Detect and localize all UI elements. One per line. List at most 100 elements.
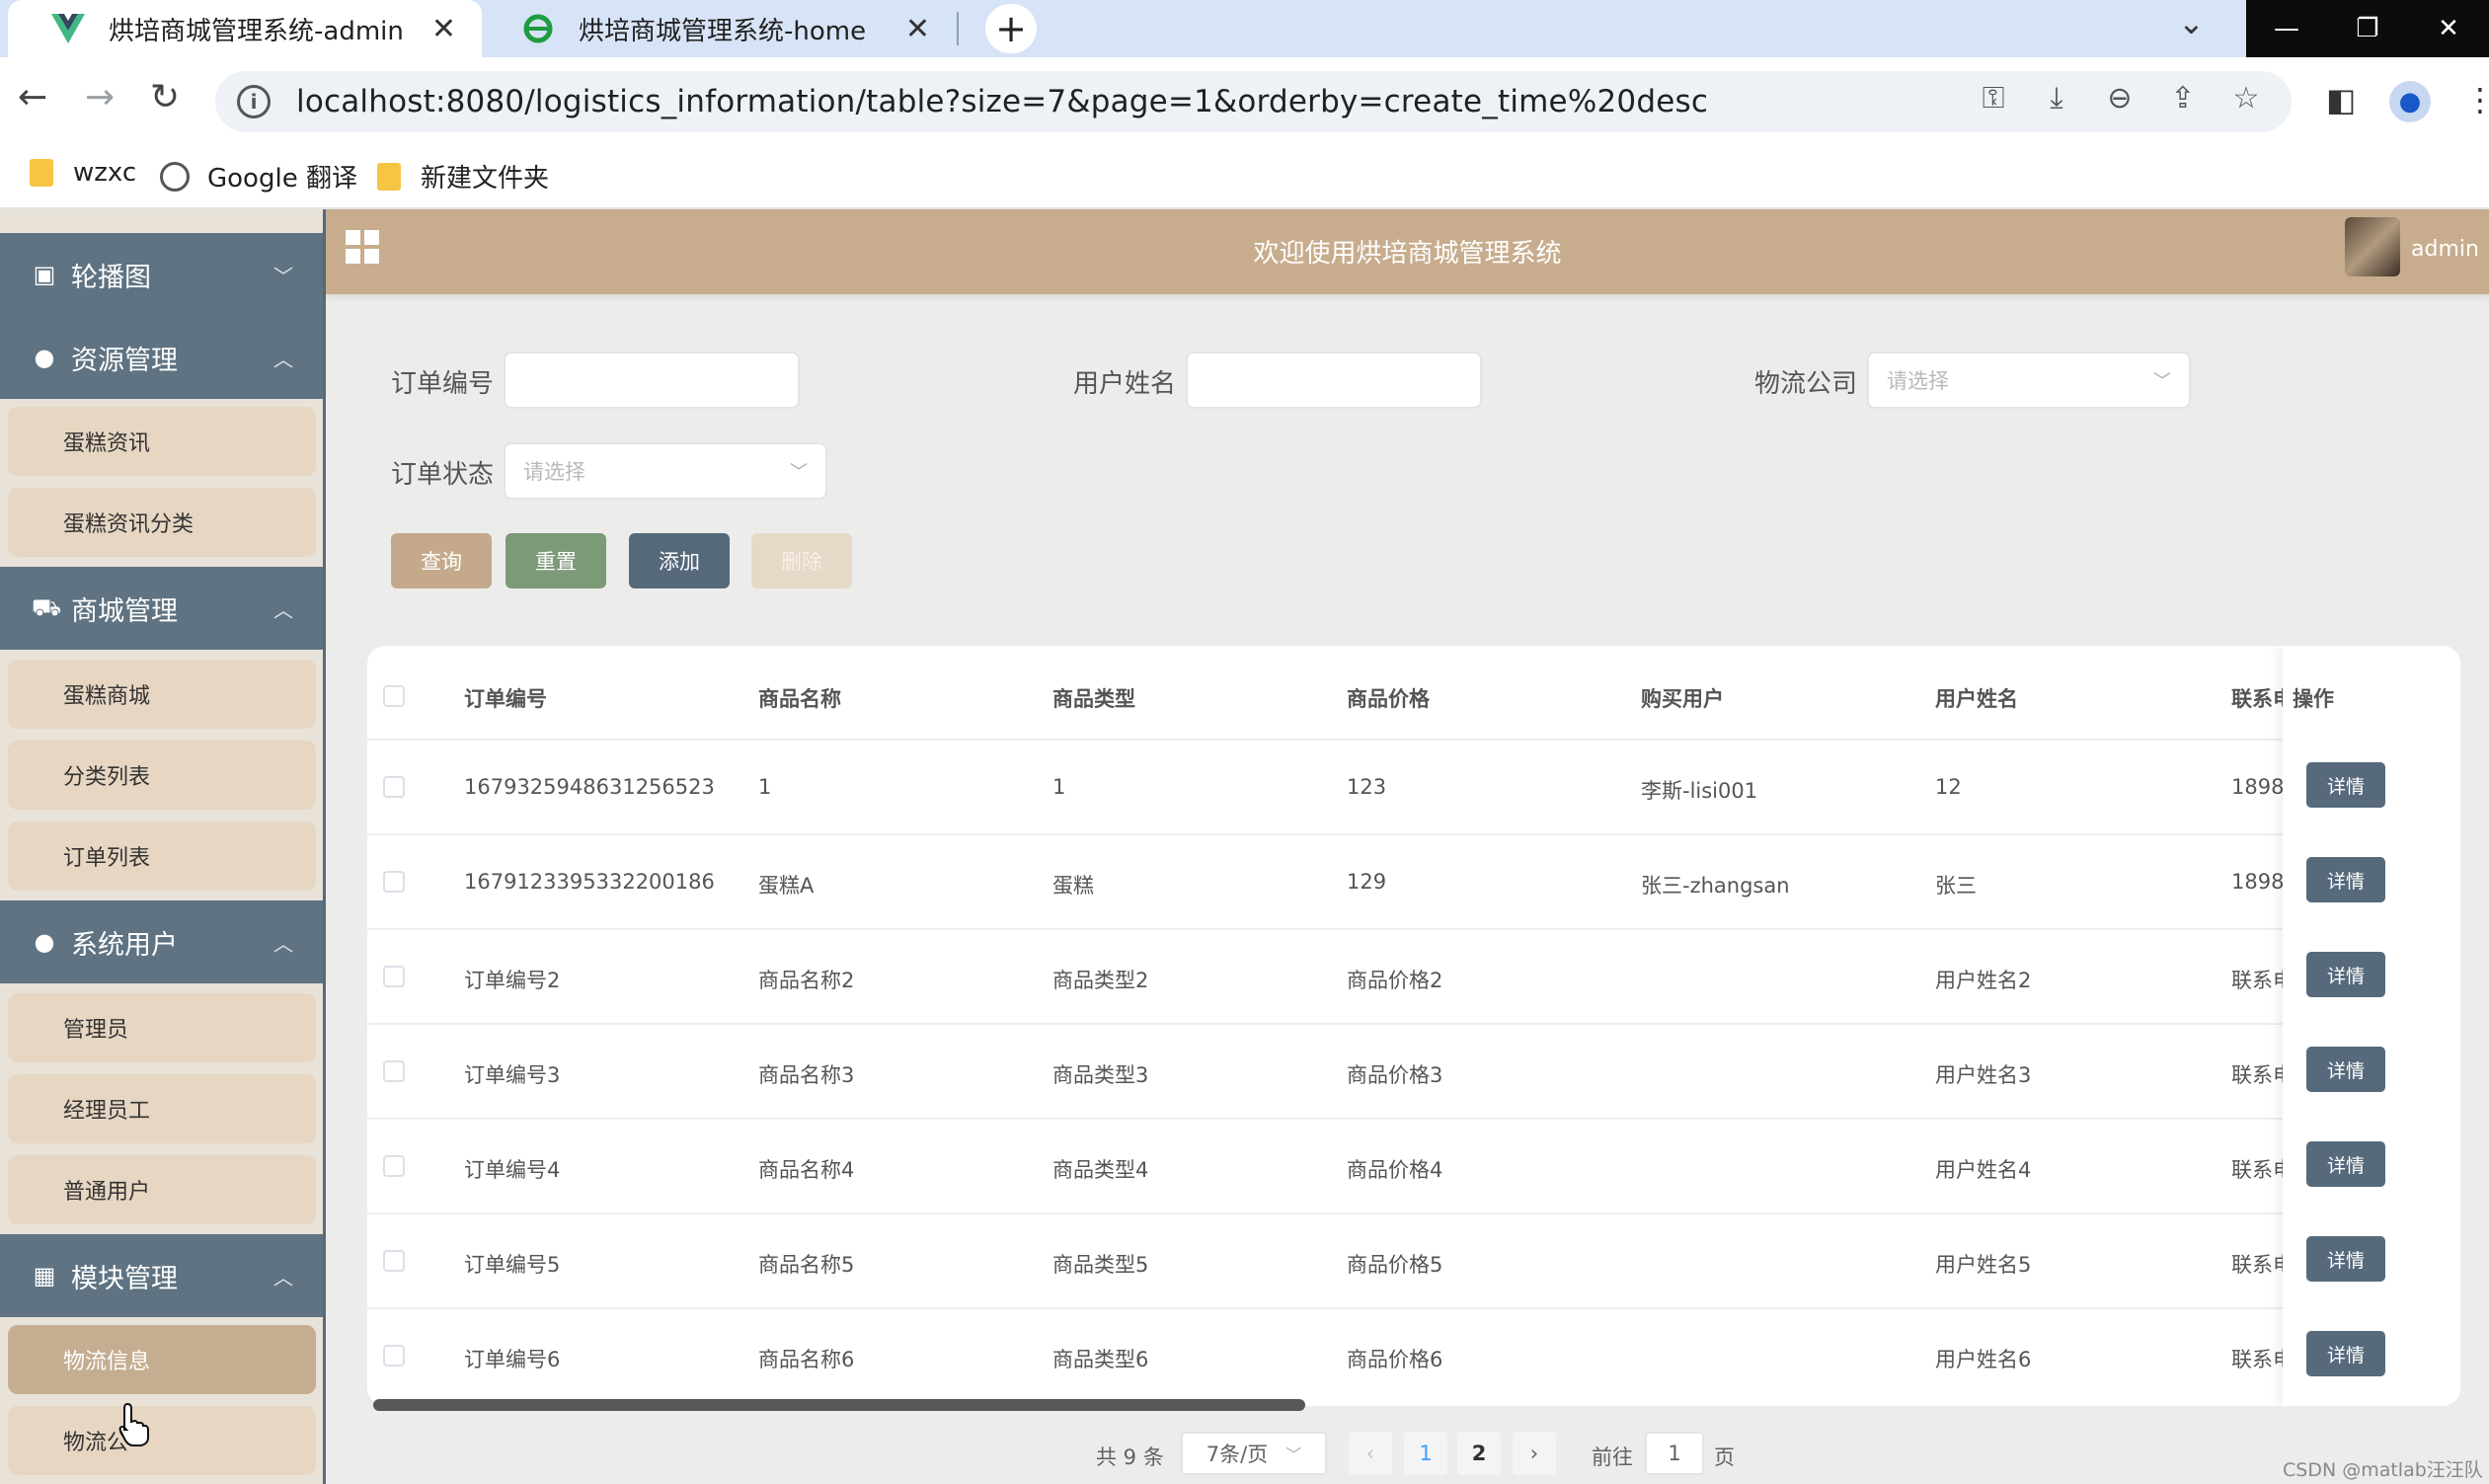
logistics-company-select[interactable]: 请选择 ﹀ — [1867, 351, 2191, 409]
order-status-select[interactable]: 请选择 ﹀ — [504, 442, 827, 500]
sidebar-group-system-users[interactable]: ● 系统用户 ︿ — [0, 900, 323, 983]
window-close-icon[interactable]: ✕ — [2408, 0, 2489, 57]
tab-home[interactable]: 烘培商城管理系统-home ✕ — [484, 0, 956, 57]
cell-phone: 联系电 — [2231, 1158, 2283, 1182]
user-name-input[interactable] — [1186, 351, 1482, 409]
username[interactable]: admin — [2411, 237, 2479, 262]
install-icon[interactable]: ⤓ — [2039, 81, 2074, 116]
row-checkbox[interactable] — [383, 1345, 405, 1367]
detail-button[interactable]: 详情 — [2306, 1331, 2385, 1376]
sidebar-item-admin[interactable]: 管理员 — [8, 993, 316, 1062]
site-info-icon[interactable]: i — [237, 85, 271, 118]
reload-icon[interactable]: ↻ — [150, 77, 180, 117]
sidebar-item-cake-news-category[interactable]: 蛋糕资讯分类 — [8, 488, 316, 557]
sidebar-item-cake-shop[interactable]: 蛋糕商城 — [8, 660, 316, 729]
sidebar-group-modules[interactable]: ▦ 模块管理 ︿ — [0, 1234, 323, 1317]
sidebar-group-resources[interactable]: ● 资源管理 ︿ — [0, 316, 323, 399]
cell-product-type: 商品类型6 — [1052, 1348, 1149, 1371]
restore-icon[interactable]: ❐ — [2327, 0, 2408, 57]
profile-icon[interactable]: ● — [2389, 81, 2431, 122]
goto-page-input[interactable]: 1 — [1645, 1432, 1704, 1475]
forward-icon[interactable]: → — [85, 77, 115, 117]
table-row[interactable]: 订单编号5 商品名称5 商品类型5 商品价格5 用户姓名5 联系电 — [367, 1212, 2460, 1307]
row-checkbox[interactable] — [383, 1060, 405, 1082]
sidebar-item-normal-user[interactable]: 普通用户 — [8, 1155, 316, 1224]
sidebar-group-carousel[interactable]: ▣ 轮播图 ﹀ — [0, 233, 323, 316]
tab-admin[interactable]: 烘培商城管理系统-admin ✕ — [8, 0, 482, 57]
close-tab-icon[interactable]: ✕ — [905, 12, 930, 46]
close-tab-icon[interactable]: ✕ — [431, 12, 456, 46]
key-icon[interactable]: ⚿ — [1976, 81, 2011, 116]
share-icon[interactable]: ⇪ — [2165, 81, 2201, 116]
cell-product-name: 商品名称6 — [758, 1348, 855, 1371]
table-row[interactable]: 订单编号3 商品名称3 商品类型3 商品价格3 用户姓名3 联系电 — [367, 1023, 2460, 1118]
page-number-1[interactable]: 1 — [1404, 1432, 1447, 1475]
page-size-select[interactable]: 7条/页 ﹀ — [1181, 1432, 1327, 1475]
table-horizontal-scrollbar[interactable] — [373, 1399, 1305, 1411]
sidebar-item-manager-staff[interactable]: 经理员工 — [8, 1074, 316, 1143]
column-header[interactable]: 商品类型 — [1052, 683, 1135, 713]
table-row[interactable]: 订单编号6 商品名称6 商品类型6 商品价格6 用户姓名6 联系电 — [367, 1307, 2460, 1402]
delete-button[interactable]: 删除 — [751, 533, 852, 588]
add-button[interactable]: 添加 — [629, 533, 730, 588]
prev-page-button[interactable]: ‹ — [1349, 1432, 1392, 1475]
bookmark-star-icon[interactable]: ☆ — [2228, 81, 2264, 116]
cell-user-name: 用户姓名5 — [1935, 1253, 2032, 1277]
page-number-2[interactable]: 2 — [1457, 1432, 1501, 1475]
detail-button[interactable]: 详情 — [2306, 952, 2385, 997]
bookmark-wzxc[interactable]: wzxc — [30, 158, 136, 188]
detail-button[interactable]: 详情 — [2306, 762, 2385, 808]
detail-button[interactable]: 详情 — [2306, 857, 2385, 902]
table-row[interactable]: 1679325948631256523 1 1 123 李斯-lisi001 1… — [367, 739, 2460, 833]
minimize-icon[interactable]: — — [2246, 0, 2327, 57]
table-row[interactable]: 1679123395332200186 蛋糕A 蛋糕 129 张三-zhangs… — [367, 833, 2460, 928]
sidebar-item-logistics-info[interactable]: 物流信息 — [8, 1325, 316, 1394]
cart-icon: ⛟ — [32, 592, 62, 621]
sidebar-item-logistics-company[interactable]: 物流公 — [8, 1406, 316, 1475]
chevron-down-icon: ﹀ — [790, 462, 808, 483]
row-checkbox[interactable] — [383, 966, 405, 987]
column-header[interactable]: 联系电 — [2231, 683, 2283, 713]
new-tab-button[interactable]: + — [985, 4, 1037, 53]
cell-product-type: 1 — [1052, 775, 1066, 799]
detail-button[interactable]: 详情 — [2306, 1047, 2385, 1092]
hand-cursor-icon — [118, 1402, 149, 1446]
column-header[interactable]: 商品价格 — [1347, 683, 1430, 713]
zoom-out-icon[interactable]: ⊖ — [2102, 81, 2138, 116]
reset-button[interactable]: 重置 — [506, 533, 606, 588]
column-header[interactable]: 订单编号 — [464, 683, 547, 713]
order-no-input[interactable] — [504, 351, 800, 409]
table-row[interactable]: 订单编号4 商品名称4 商品类型4 商品价格4 用户姓名4 联系电 — [367, 1118, 2460, 1212]
chevron-up-icon: ︿ — [273, 597, 293, 622]
next-page-button[interactable]: › — [1513, 1432, 1556, 1475]
sidebar-item-order-list[interactable]: 订单列表 — [8, 821, 316, 891]
tab-search-chevron-icon[interactable]: ⌄ — [2178, 4, 2205, 41]
query-button[interactable]: 查询 — [391, 533, 492, 588]
row-checkbox[interactable] — [383, 776, 405, 798]
menu-kebab-icon[interactable]: ⋮ — [2464, 81, 2489, 118]
row-checkbox[interactable] — [383, 871, 405, 893]
sidebar-group-shop[interactable]: ⛟ 商城管理 ︿ — [0, 567, 323, 650]
bookmark-new-folder[interactable]: 新建文件夹 — [377, 158, 549, 195]
folder-icon — [377, 162, 401, 191]
column-header[interactable]: 商品名称 — [758, 683, 841, 713]
select-all-checkbox[interactable] — [383, 685, 405, 707]
detail-button[interactable]: 详情 — [2306, 1236, 2385, 1282]
sidebar-item-category-list[interactable]: 分类列表 — [8, 741, 316, 810]
address-bar[interactable]: i localhost:8080/logistics_information/t… — [215, 71, 2292, 132]
table-row[interactable]: 订单编号2 商品名称2 商品类型2 商品价格2 用户姓名2 联系电 — [367, 928, 2460, 1023]
side-panel-icon[interactable]: ◧ — [2326, 81, 2356, 118]
logistics-company-label: 物流公司 — [1754, 369, 1858, 399]
sidebar-item-cake-news[interactable]: 蛋糕资讯 — [8, 407, 316, 476]
url-text[interactable]: localhost:8080/logistics_information/tab… — [296, 84, 1708, 119]
column-header[interactable]: 购买用户 — [1641, 683, 1724, 713]
order-status-label: 订单状态 — [391, 460, 495, 490]
column-header[interactable]: 用户姓名 — [1935, 683, 2018, 713]
back-icon[interactable]: ← — [18, 77, 47, 117]
bookmark-google-translate[interactable]: Google 翻译 — [160, 158, 357, 195]
row-checkbox[interactable] — [383, 1250, 405, 1272]
operation-column: 操作 详情 详情 详情 详情 详情 详情 详情 — [2283, 646, 2460, 1406]
user-avatar[interactable] — [2345, 217, 2400, 276]
detail-button[interactable]: 详情 — [2306, 1141, 2385, 1187]
row-checkbox[interactable] — [383, 1155, 405, 1177]
